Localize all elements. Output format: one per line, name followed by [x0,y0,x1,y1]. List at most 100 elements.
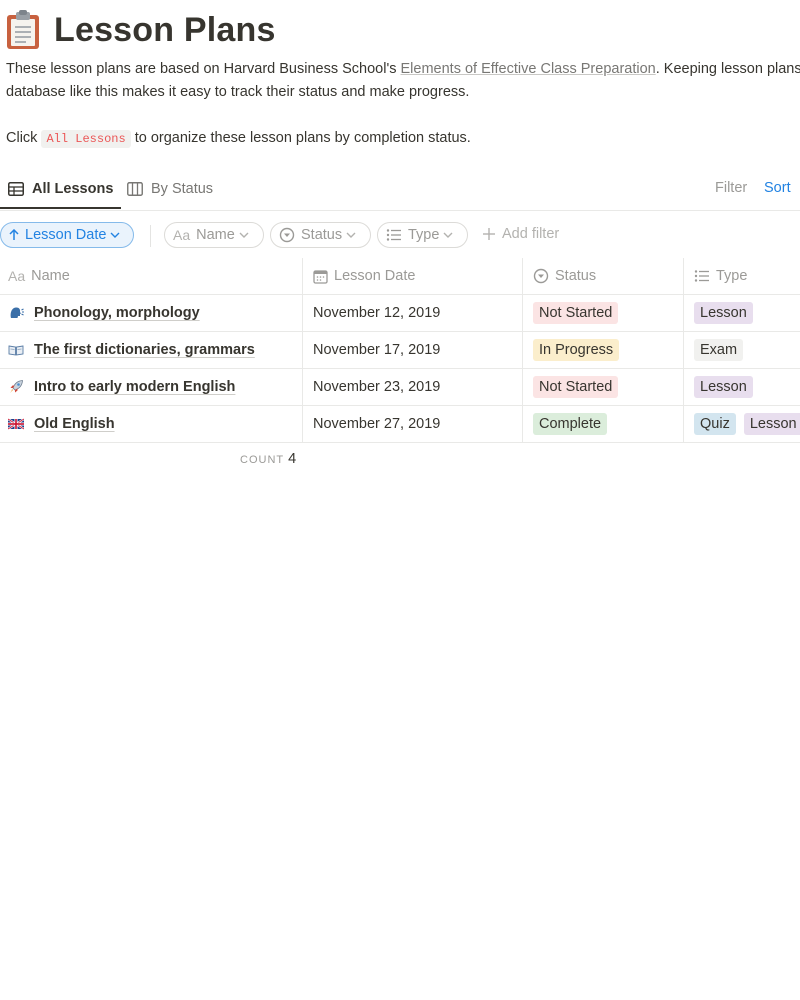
plus-icon [483,228,495,240]
tab-by-status[interactable]: By Status [127,170,213,208]
board-icon [127,182,143,196]
type-tag: Lesson [694,302,753,324]
text-property-icon: Aa [173,227,191,243]
lesson-date: November 17, 2019 [313,342,441,358]
filter-divider [150,225,151,247]
status-cell[interactable]: Not Started [522,295,683,331]
select-property-icon [279,227,295,243]
name-cell: Phonology, morphology [0,295,302,331]
instruction-suffix: to organize these lesson plans by comple… [130,130,471,146]
description-text-end: . Keeping lesson plans in a [655,61,800,77]
table-row[interactable]: Phonology, morphology November 12, 2019 … [0,295,800,332]
page: Lesson Plans These lesson plans are base… [0,0,800,1000]
status-cell[interactable]: Complete [522,406,683,442]
sort-button[interactable]: Sort [764,180,791,196]
add-filter-label: Add filter [502,226,560,242]
filter-pill-name[interactable]: Aa Name [164,222,264,248]
date-cell: November 17, 2019 [302,332,522,368]
uk-flag-icon [8,418,24,430]
filter-pill-label: Status [301,227,343,243]
lessons-table: Aa Name Lesson Date Status Type Phonolog… [0,258,800,443]
chevron-down-icon [110,232,120,238]
status-badge: Complete [533,413,608,435]
table-row[interactable]: The first dictionaries, grammars Novembe… [0,332,800,369]
filter-button[interactable]: Filter [715,180,747,196]
lesson-title-link[interactable]: Phonology, morphology [34,305,200,321]
name-cell: Intro to early modern English [0,369,302,405]
table-header: Aa Name Lesson Date Status Type [0,258,800,295]
filter-pill-label: Name [196,227,235,243]
rocket-icon [10,380,23,393]
lesson-date: November 27, 2019 [313,416,441,432]
date-cell: November 23, 2019 [302,369,522,405]
select-property-icon [533,268,549,284]
column-header-label: Status [555,268,597,284]
instruction-text: Click All Lessons to organize these less… [6,127,471,150]
sort-pill-label: Lesson Date [25,227,107,243]
instruction-prefix: Click [6,130,42,146]
open-book-icon [8,345,24,356]
list-icon [694,270,709,282]
harvard-link[interactable]: Elements of Effective Class Preparation [401,61,656,77]
description-text: These lesson plans are based on Harvard … [6,61,401,77]
sort-pill-lesson-date[interactable]: Lesson Date [0,222,134,248]
type-cell[interactable]: Exam [683,332,800,368]
type-cell[interactable]: Quiz Lesson [683,406,800,442]
tab-label: By Status [151,181,214,197]
table-row[interactable]: Old English November 27, 2019 Complete Q… [0,406,800,443]
column-header-name[interactable]: Aa Name [0,258,302,294]
view-tabs: All Lessons By Status Filter Sort [0,170,800,211]
lesson-date: November 12, 2019 [313,305,441,321]
column-header-type[interactable]: Type [683,258,800,294]
clipboard-icon [7,10,39,49]
speaking-head-icon [10,307,24,318]
filter-pill-status[interactable]: Status [270,222,371,248]
chevron-down-icon [443,232,453,238]
inline-code: All Lessons [41,130,131,148]
lesson-date: November 23, 2019 [313,379,441,395]
tab-all-lessons[interactable]: All Lessons [0,170,122,209]
status-badge: In Progress [533,339,620,361]
status-cell[interactable]: In Progress [522,332,683,368]
filter-pill-label: Type [408,227,440,243]
filter-bar: Lesson Date Aa Name Status Type Add filt… [0,222,800,250]
type-tag: Exam [694,339,744,361]
list-icon [386,229,401,241]
calendar-icon [313,269,328,284]
table-row[interactable]: Intro to early modern English November 2… [0,369,800,406]
page-description: These lesson plans are based on Harvard … [6,58,800,104]
tab-label: All Lessons [32,180,114,197]
status-badge: Not Started [533,302,619,324]
count-label: COUNT [240,454,285,466]
type-tag: Lesson [743,413,800,435]
name-cell: The first dictionaries, grammars [0,332,302,368]
type-cell[interactable]: Lesson [683,295,800,331]
count-footer[interactable]: COUNT 4 [240,451,296,467]
column-header-label: Type [716,268,748,284]
add-filter-button[interactable]: Add filter [482,226,559,242]
filter-pill-type[interactable]: Type [377,222,468,248]
title-row: Lesson Plans [4,8,276,52]
name-cell: Old English [0,406,302,442]
column-header-label: Name [31,268,70,284]
lesson-title-link[interactable]: Intro to early modern English [34,379,235,395]
chevron-down-icon [346,232,356,238]
chevron-down-icon [239,232,249,238]
page-title[interactable]: Lesson Plans [54,11,276,50]
type-cell[interactable]: Lesson [683,369,800,405]
arrow-up-icon [9,229,19,240]
column-header-date[interactable]: Lesson Date [302,258,522,294]
text-property-icon: Aa [8,268,26,284]
column-header-status[interactable]: Status [522,258,683,294]
status-cell[interactable]: Not Started [522,369,683,405]
status-badge: Not Started [533,376,619,398]
date-cell: November 27, 2019 [302,406,522,442]
lesson-title-link[interactable]: The first dictionaries, grammars [34,342,255,358]
description-line2: database like this makes it easy to trac… [6,84,470,100]
table-icon [8,181,24,196]
type-tag: Lesson [694,376,753,398]
type-tag: Quiz [694,413,736,435]
lesson-title-link[interactable]: Old English [34,416,115,432]
column-header-label: Lesson Date [334,268,416,284]
count-value: 4 [288,451,297,467]
